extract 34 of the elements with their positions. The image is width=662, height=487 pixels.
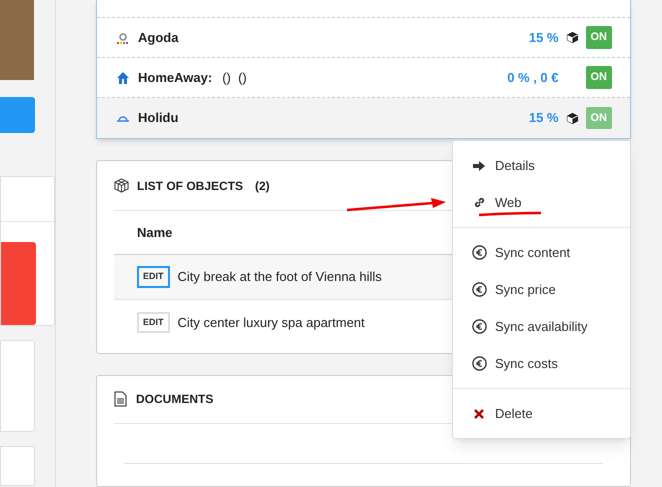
agoda-logo-icon [116, 30, 130, 44]
cube-icon [566, 31, 578, 44]
house-icon [116, 70, 130, 84]
menu-item[interactable]: Details [453, 147, 630, 184]
column-header: Name [137, 224, 172, 242]
close-icon [474, 408, 484, 418]
edit-button[interactable]: EDIT [137, 266, 170, 288]
cubes-icon [114, 178, 129, 193]
channel-rate: 15 % [528, 28, 558, 47]
channel-rate: 15 % [528, 109, 558, 128]
annotation-underline [477, 211, 543, 217]
menu-item[interactable]: Sync costs [453, 345, 630, 382]
section-title: LIST OF OBJECTS [137, 178, 244, 194]
arrow-right-icon [473, 160, 485, 170]
channel-name: HomeAway: [138, 68, 212, 87]
menu-item[interactable]: Web [453, 184, 630, 221]
channel-rate: 0 % , 0 € [507, 68, 558, 87]
object-name: City center luxury spa apartment [178, 314, 365, 332]
menu-item[interactable]: Delete [453, 395, 630, 432]
object-count: (2) [255, 178, 270, 194]
cube-icon [566, 112, 578, 124]
channel-name: Holidu [138, 109, 178, 128]
euro-icon [472, 282, 486, 297]
section-title: DOCUMENTS [136, 391, 214, 408]
link-icon [472, 196, 486, 209]
channel-name: Agoda [138, 28, 178, 47]
document-icon [114, 391, 127, 408]
edit-button[interactable]: EDIT [137, 312, 170, 334]
euro-icon [472, 245, 486, 260]
euro-icon [472, 319, 486, 334]
side-button[interactable] [0, 97, 35, 133]
object-name: City break at the foot of Vienna hills [178, 268, 382, 286]
euro-icon [472, 356, 486, 371]
channel-extra: () () [222, 68, 247, 87]
